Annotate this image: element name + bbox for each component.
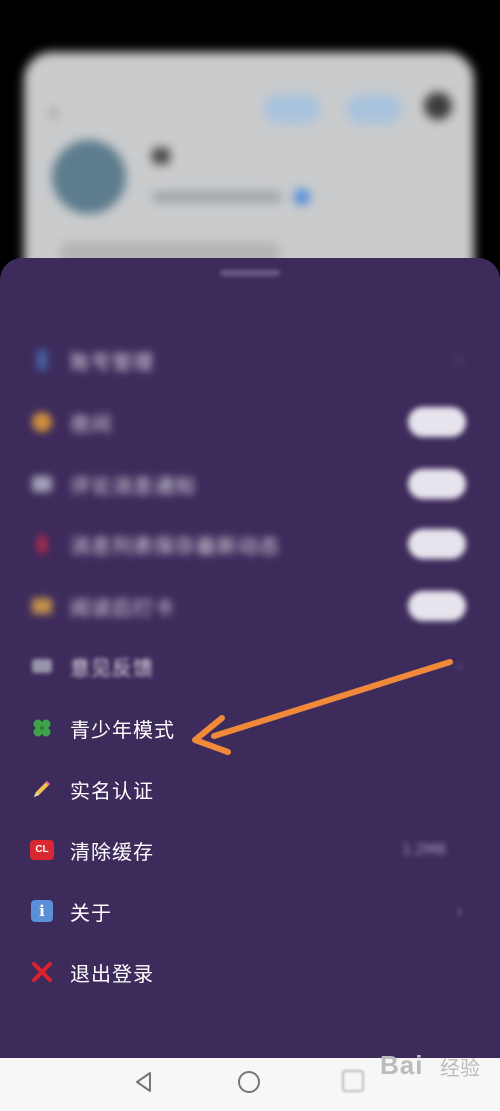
chevron-right-icon: ›: [456, 900, 464, 922]
avatar: [52, 140, 126, 214]
profile-subtitle: [152, 192, 282, 202]
comment-notify-toggle[interactable]: [408, 469, 466, 499]
menu-item-teen-mode[interactable]: 青少年模式: [0, 700, 500, 756]
background-button: [346, 94, 402, 124]
chat-icon: [30, 472, 54, 496]
menu-item-label: 关于: [70, 900, 112, 925]
menu-item-label: 阅读后打卡: [70, 595, 175, 620]
cache-size-value: 1.2MB: [402, 842, 446, 858]
gear-icon: [424, 92, 452, 120]
info-icon: i: [30, 899, 54, 923]
clover-icon: [30, 716, 54, 740]
background-button: [264, 94, 320, 124]
verified-icon: [294, 189, 310, 205]
menu-item-label: 退出登录: [70, 961, 154, 986]
baidu-watermark: Bai 经验: [380, 1050, 480, 1081]
checkin-toggle[interactable]: [408, 591, 466, 621]
nav-home-icon[interactable]: [238, 1071, 260, 1093]
menu-item-about[interactable]: i 关于 ›: [0, 883, 500, 939]
cross-icon: [30, 960, 54, 984]
menu-item-logout[interactable]: 退出登录: [0, 944, 500, 1000]
chevron-right-icon: ›: [456, 655, 464, 677]
menu-item-label: 青少年模式: [70, 717, 175, 742]
menu-item-label: 消息列表保存最新动态: [70, 533, 280, 558]
menu-item-label: 夜间: [70, 411, 112, 436]
watermark-sub: 经验: [440, 1056, 480, 1080]
watermark-logo: Bai: [380, 1050, 424, 1080]
menu-item-label: 意见反馈: [70, 655, 154, 680]
nav-back-icon[interactable]: [132, 1070, 156, 1094]
night-mode-icon: [30, 410, 54, 434]
menu-item-feedback[interactable]: 意见反馈 ›: [0, 638, 500, 694]
profile-name: [152, 148, 170, 164]
menu-item-label: 清除缓存: [70, 839, 154, 864]
night-mode-toggle[interactable]: [408, 407, 466, 437]
pin-icon: [30, 532, 54, 556]
menu-item-label: 账号管理: [70, 349, 154, 374]
menu-item-real-name[interactable]: 实名认证: [0, 761, 500, 817]
phone-icon: [30, 348, 54, 372]
back-icon: ‹: [48, 98, 59, 128]
settings-sheet: 账号管理 › 夜间 评论消息通知 消息列表保存最新动态 阅读后打卡 意见反馈 ›: [0, 258, 500, 1058]
cl-icon: CL: [30, 838, 54, 862]
menu-item-label: 实名认证: [70, 778, 154, 803]
message-list-toggle[interactable]: [408, 529, 466, 559]
menu-item-clear-cache[interactable]: CL 清除缓存 1.2MB: [0, 822, 500, 878]
folder-icon: [30, 594, 54, 618]
sheet-handle[interactable]: [220, 270, 280, 276]
menu-item-label: 评论消息通知: [70, 473, 196, 498]
pencil-icon: [30, 777, 54, 801]
nav-recent-icon[interactable]: [342, 1070, 364, 1092]
chevron-right-icon: ›: [456, 349, 464, 371]
menu-item-account[interactable]: 账号管理 ›: [0, 332, 500, 388]
system-nav-bar: [0, 1058, 500, 1111]
feedback-icon: [30, 654, 54, 678]
